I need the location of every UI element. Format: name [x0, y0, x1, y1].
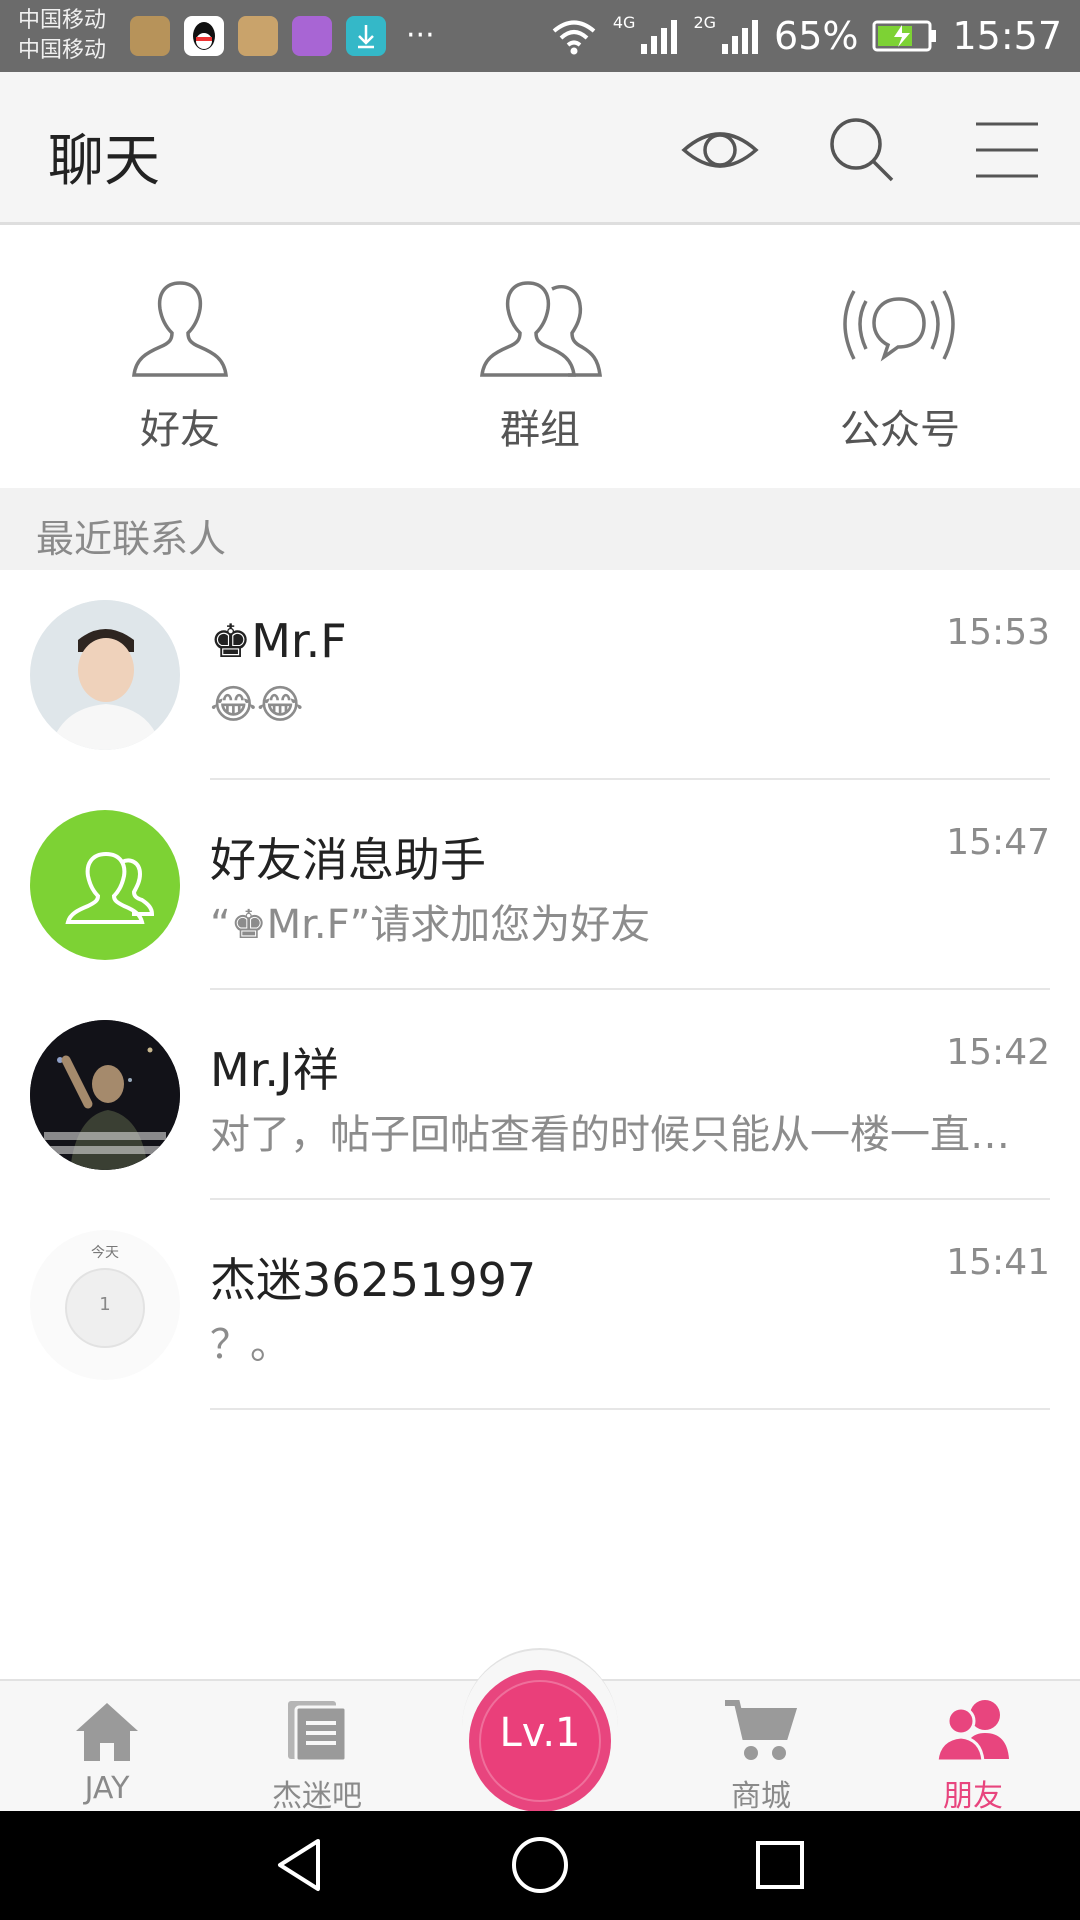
search-icon[interactable] — [822, 110, 902, 190]
avatar — [30, 810, 180, 960]
nav-label: 杰迷吧 — [272, 1779, 362, 1814]
signal-icon-1 — [641, 20, 678, 54]
message-time: 15:47 — [946, 822, 1050, 863]
battery-charging-icon — [872, 20, 937, 52]
level-label: Lv.1 — [499, 1710, 581, 1756]
friend-assistant-icon — [65, 851, 155, 924]
avatar-day: 1 — [99, 1294, 111, 1315]
clock: 15:57 — [952, 14, 1062, 58]
home-icon — [76, 1703, 138, 1761]
conversation-item[interactable]: 好友消息助手 “♚Mr.F”请求加您为好友 15:47 — [0, 780, 1080, 990]
avatar-caption: 今天 — [91, 1245, 119, 1261]
friends-label: 好友 — [140, 407, 220, 453]
network-type-1: 4G — [612, 12, 636, 32]
contact-name: 杰迷36251997 — [210, 1253, 537, 1307]
qq-icon — [184, 16, 224, 56]
nav-label: 商城 — [731, 1779, 791, 1814]
menu-icon[interactable] — [968, 110, 1048, 190]
carrier-label-2: 中国移动 — [18, 38, 107, 63]
conversation-item[interactable]: 今天 1 杰迷36251997 ？。 15:41 — [0, 1200, 1080, 1410]
last-message: 对了，帖子回帖查看的时候只能从一楼一直… — [210, 1112, 1010, 1158]
contact-name: Mr.J祥 — [210, 1043, 339, 1097]
section-title: 最近联系人 — [36, 517, 227, 561]
official-accounts-entry[interactable]: 公众号 — [780, 225, 1020, 487]
system-nav-bar — [0, 1811, 1080, 1920]
nav-label: JAY — [84, 1771, 130, 1806]
group-icon — [480, 281, 602, 377]
message-time: 15:53 — [946, 612, 1050, 653]
last-message: “♚Mr.F”请求加您为好友 — [210, 902, 651, 948]
conversation-item[interactable]: ♚Mr.F 😂😂 15:53 — [0, 570, 1080, 780]
nav-forum[interactable]: 杰迷吧 — [242, 1695, 392, 1814]
friends-icon — [935, 1700, 1009, 1763]
groups-entry[interactable]: 群组 — [420, 225, 660, 487]
signal-icon-2 — [722, 20, 759, 54]
nav-jay[interactable]: JAY — [32, 1695, 182, 1811]
forum-icon — [288, 1701, 348, 1763]
download-icon — [346, 16, 386, 56]
home-button-icon[interactable] — [510, 1835, 570, 1895]
last-message: 😂😂 — [210, 682, 304, 728]
nav-friends[interactable]: 朋友 — [898, 1695, 1048, 1814]
page-title: 聊天 — [48, 129, 160, 194]
message-time: 15:41 — [946, 1242, 1050, 1283]
nav-label: 朋友 — [943, 1779, 1003, 1814]
network-type-2: 2G — [693, 12, 717, 32]
app-header: 聊天 — [0, 72, 1080, 225]
cart-icon — [725, 1700, 798, 1760]
back-icon[interactable] — [270, 1835, 330, 1895]
contact-name: 好友消息助手 — [210, 833, 486, 887]
official-accounts-label: 公众号 — [840, 407, 960, 453]
last-message: ？。 — [210, 1322, 290, 1368]
more-notifications-icon: ··· — [406, 18, 435, 53]
keyboard-app-icon — [292, 16, 332, 56]
friends-entry[interactable]: 好友 — [60, 225, 300, 487]
message-time: 15:42 — [946, 1032, 1050, 1073]
contact-name: ♚Mr.F — [210, 614, 347, 668]
divider — [210, 1408, 1050, 1410]
status-bar: 中国移动 中国移动 ··· 4G 2G 65% 15:57 — [0, 0, 1080, 72]
eye-icon[interactable] — [680, 110, 760, 190]
level-button[interactable]: Lv.1 — [469, 1670, 611, 1812]
avatar: 今天 1 — [30, 1230, 180, 1380]
wifi-icon — [552, 20, 596, 55]
battery-percent: 65% — [774, 14, 859, 58]
official-account-icon — [843, 290, 955, 362]
nav-shop[interactable]: 商城 — [686, 1695, 836, 1814]
groups-label: 群组 — [500, 407, 580, 453]
status-indicators: 4G 2G 65% 15:57 — [549, 10, 1062, 62]
conversation-item[interactable]: Mr.J祥 对了，帖子回帖查看的时候只能从一楼一直… 15:42 — [0, 990, 1080, 1200]
notification-icons: ··· — [130, 16, 435, 56]
health-app-icon — [130, 16, 170, 56]
gallery-app-icon — [238, 16, 278, 56]
avatar — [30, 600, 180, 750]
friend-icon — [132, 281, 228, 377]
quick-actions: 好友 群组 公众号 — [0, 225, 1080, 487]
recents-icon[interactable] — [750, 1835, 810, 1895]
avatar — [30, 1020, 180, 1170]
recent-contacts-header: 最近联系人 — [0, 488, 1080, 570]
carrier-label-1: 中国移动 — [18, 8, 107, 33]
